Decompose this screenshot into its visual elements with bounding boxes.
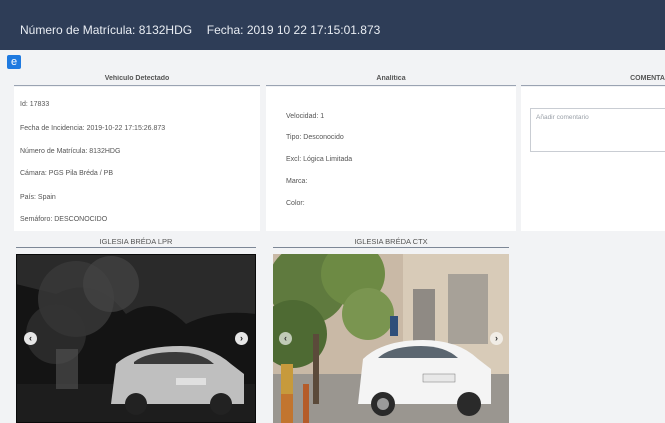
- camera-2-title: IGLESIA BRÉDA CTX: [273, 237, 509, 248]
- app-header: Número de Matrícula: 8132HDG Fecha: 2019…: [0, 0, 665, 50]
- vehicle-row-id: Id: 17833: [20, 101, 50, 108]
- camera-2-prev-button[interactable]: ‹: [279, 332, 292, 345]
- chevron-right-icon: ›: [495, 333, 498, 343]
- camera-2-scene: [273, 254, 509, 423]
- chevron-left-icon: ‹: [29, 333, 32, 343]
- camera-1-title: IGLESIA BRÉDA LPR: [16, 237, 256, 248]
- camera-1-prev-button[interactable]: ‹: [24, 332, 37, 345]
- date-value: 2019 10 22 17:15:01.873: [246, 23, 381, 37]
- analytics-row-color: Color:: [286, 200, 305, 207]
- analytics-card-title: Analítica: [266, 75, 516, 86]
- comment-input[interactable]: Añadir comentario: [530, 108, 665, 152]
- analytics-row-type: Tipo: Desconocido: [286, 134, 344, 141]
- camera-2-image: ‹ ›: [273, 254, 509, 423]
- vehicle-row-country: País: Spain: [20, 194, 56, 201]
- comments-card-title: COMENTA: [521, 75, 665, 86]
- vehicle-card-title: Vehículo Detectado: [14, 75, 260, 86]
- comment-placeholder: Añadir comentario: [536, 114, 589, 121]
- camera-2-next-button[interactable]: ›: [490, 332, 503, 345]
- date-label: Fecha:: [206, 23, 244, 37]
- back-arrow-icon: e: [10, 56, 18, 68]
- plate-value: 8132HDG: [138, 23, 193, 37]
- analytics-row-excl: Excl: Lógica Limitada: [286, 156, 353, 163]
- analytics-row-brand: Marca:: [286, 178, 308, 185]
- chevron-left-icon: ‹: [284, 333, 287, 343]
- camera-1-next-button[interactable]: ›: [235, 332, 248, 345]
- chevron-right-icon: ›: [240, 333, 243, 343]
- vehicle-row-plate: Número de Matrícula: 8132HDG: [20, 148, 121, 155]
- camera-1-scene: [16, 254, 256, 423]
- vehicle-row-date: Fecha de Incidencia: 2019-10-22 17:15:26…: [20, 125, 166, 132]
- vehicle-card: [14, 87, 260, 231]
- vehicle-row-camera: Cámara: PGS Pila Bréda / PB: [20, 170, 113, 177]
- back-button[interactable]: e: [7, 55, 21, 69]
- vehicle-row-traffic-light: Semáforo: DESCONOCIDO: [20, 216, 108, 223]
- plate-label: Número de Matrícula:: [20, 23, 136, 37]
- analytics-row-speed: Velocidad: 1: [286, 113, 325, 120]
- camera-1-image: ‹ ›: [16, 254, 256, 423]
